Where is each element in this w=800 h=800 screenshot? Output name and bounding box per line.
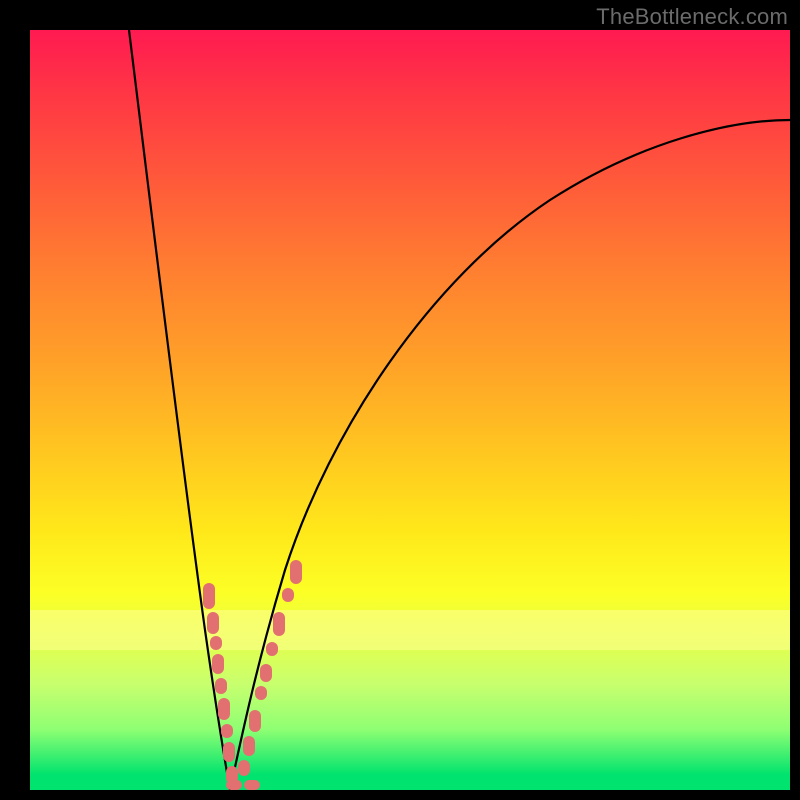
bottleneck-curve xyxy=(30,30,790,790)
chart-frame: TheBottleneck.com xyxy=(0,0,800,800)
salmon-dots-bottom xyxy=(226,780,260,790)
salmon-dots-right xyxy=(238,560,302,776)
watermark-text: TheBottleneck.com xyxy=(596,4,788,30)
plot-area xyxy=(30,30,790,790)
curve-left-branch xyxy=(129,30,230,790)
salmon-dots-left xyxy=(203,583,238,784)
curve-right-branch xyxy=(230,120,790,790)
